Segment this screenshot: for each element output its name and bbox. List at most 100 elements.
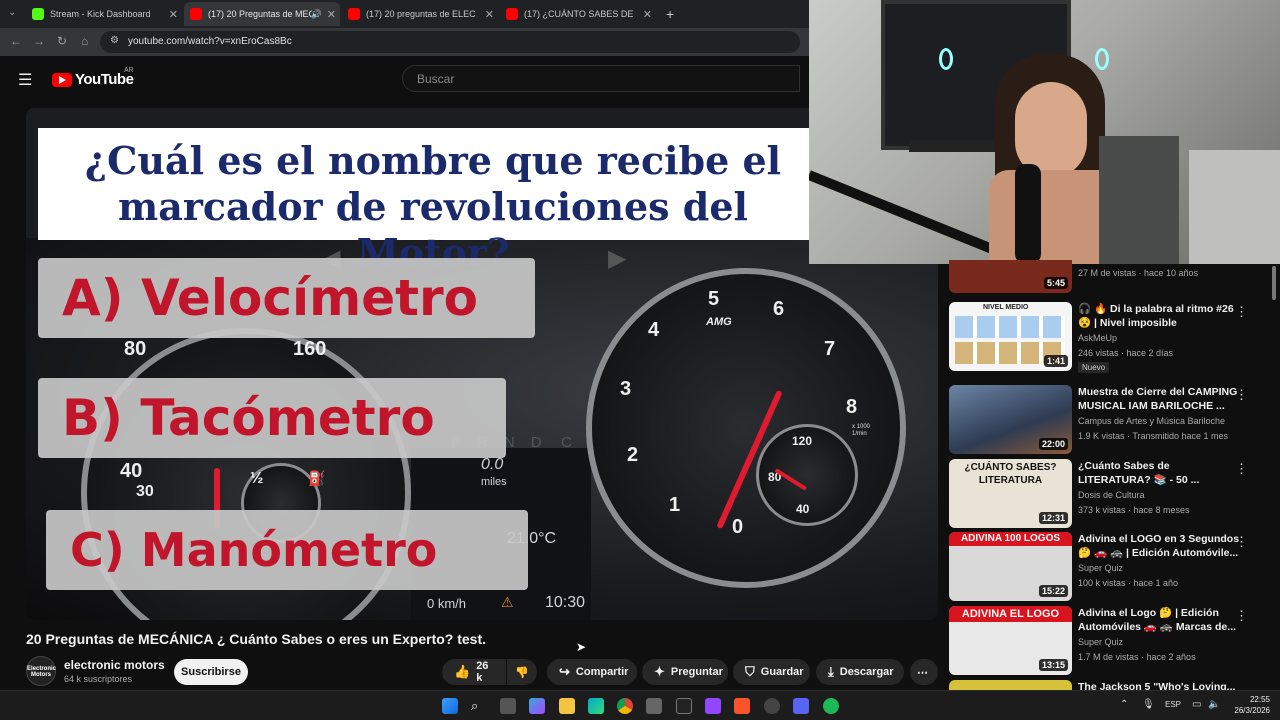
list-item[interactable]: 5:45 27 M de vistas · hace 10 años	[949, 260, 1269, 294]
task-view-icon[interactable]	[500, 698, 516, 714]
close-icon[interactable]: ✕	[643, 8, 652, 21]
stool	[1189, 150, 1280, 264]
capcut-icon[interactable]	[676, 698, 692, 714]
video-thumbnail[interactable]: 5:45	[949, 260, 1072, 293]
menu-icon[interactable]: ☰	[18, 70, 32, 90]
video-thumbnail[interactable]: 22:00	[949, 385, 1072, 454]
channel-name[interactable]: Dosis de Cultura	[1078, 490, 1145, 500]
close-icon[interactable]: ✕	[327, 8, 336, 21]
tach-number: 6	[773, 298, 785, 320]
close-icon[interactable]: ✕	[169, 8, 178, 21]
monitor-icon[interactable]: ▭	[1192, 699, 1201, 710]
close-icon[interactable]: ✕	[485, 8, 494, 21]
new-tab-icon[interactable]: +	[666, 6, 674, 22]
new-badge: Nuevo	[1078, 362, 1110, 373]
obs-icon[interactable]	[764, 698, 780, 714]
save-button[interactable]: ⛉ Guardar	[733, 659, 810, 685]
store-icon[interactable]	[646, 698, 662, 714]
microphone-icon[interactable]: 🎙	[1142, 699, 1155, 710]
tab-search-icon[interactable]: ⌄	[8, 7, 16, 18]
video-title[interactable]: ¿Cuánto Sabes de LITERATURA? 📚 - 50 ...	[1078, 459, 1240, 487]
search-icon[interactable]: ⌕	[471, 698, 487, 714]
forward-icon[interactable]: →	[33, 34, 45, 48]
tab-title: Stream - Kick Dashboard	[50, 9, 151, 19]
dislike-button[interactable]: 👎	[507, 659, 537, 685]
video-thumbnail[interactable]: ADIVINA 100 LOGOS 15:22	[949, 532, 1072, 601]
channel-name[interactable]: Campus de Artes y Música Bariloche	[1078, 416, 1225, 426]
start-icon[interactable]	[442, 698, 458, 714]
list-item[interactable]: ADIVINA 100 LOGOS 15:22 Adivina el LOGO …	[949, 532, 1269, 602]
save-label: Guardar	[760, 666, 804, 678]
tab-title: (17) 20 Preguntas de MECÁ	[208, 9, 312, 19]
home-icon[interactable]: ⌂	[81, 34, 88, 48]
video-player[interactable]: 80 160 40 30 ½ ⛽ P R N D C 0.0 miles 21.…	[26, 108, 938, 620]
light-ring	[939, 48, 953, 70]
video-thumbnail[interactable]	[949, 680, 1072, 690]
chevron-up-icon[interactable]: ⌃	[1120, 699, 1128, 710]
copilot-icon[interactable]	[529, 698, 545, 714]
tach-number: 8	[846, 396, 858, 418]
tab-youtube-mecanica[interactable]: (17) 20 Preguntas de MECÁ 🔊 ✕	[184, 2, 340, 26]
list-item[interactable]: ¿CUÁNTO SABES? LITERATURA 12:31 ¿Cuánto …	[949, 459, 1269, 529]
youtube-logo[interactable]: YouTube AR	[52, 67, 134, 88]
video-thumbnail[interactable]: ¿CUÁNTO SABES? LITERATURA 12:31	[949, 459, 1072, 528]
download-button[interactable]: ⤓ Descargar	[816, 659, 904, 685]
list-item[interactable]: 22:00 Muestra de Cierre del CAMPING MUSI…	[949, 385, 1269, 455]
brave-icon[interactable]	[734, 698, 750, 714]
video-title[interactable]: Adivina el Logo 🤔 | Edición Automóviles …	[1078, 606, 1240, 634]
channel-name[interactable]: Super Quiz	[1078, 637, 1123, 647]
twitch-icon[interactable]	[705, 698, 721, 714]
video-title[interactable]: Adivina el LOGO en 3 Segundos 🤔 🚗 🚓 | Ed…	[1078, 532, 1240, 560]
reload-icon[interactable]: ↻	[57, 34, 67, 48]
discord-icon[interactable]	[793, 698, 809, 714]
more-icon[interactable]: ⋮	[1235, 461, 1248, 477]
volume-icon[interactable]: 🔈	[1208, 699, 1220, 710]
url-text: youtube.com/watch?v=xnEroCas8Bc	[128, 36, 292, 47]
duration-badge: 13:15	[1038, 659, 1068, 671]
answer-option-c: C) Manómetro	[46, 510, 528, 590]
spotify-icon[interactable]	[823, 698, 839, 714]
search-input[interactable]: Buscar	[402, 65, 800, 92]
more-icon[interactable]: ⋮	[1235, 387, 1248, 403]
ask-label: Preguntar	[670, 666, 723, 678]
duration-badge: 1:41	[1043, 355, 1068, 367]
sidebar-scrollbar[interactable]	[1272, 266, 1276, 300]
tab-kick-dashboard[interactable]: Stream - Kick Dashboard ✕	[26, 2, 182, 26]
video-thumbnail[interactable]: NIVEL MEDIO 1:41	[949, 302, 1072, 371]
edge-icon[interactable]	[588, 698, 604, 714]
like-button[interactable]: 👍 26 k	[442, 659, 506, 685]
thumbs-up-icon: 👍	[454, 664, 471, 679]
kick-icon	[32, 8, 44, 20]
list-item[interactable]: ADIVINA EL LOGO 13:15 Adivina el Logo 🤔 …	[949, 606, 1269, 676]
tab-youtube-fisica[interactable]: (17) ¿CUÁNTO SABES DE FÍSICA ✕	[500, 2, 656, 26]
duration-badge: 22:00	[1038, 438, 1068, 450]
channel-name[interactable]: AskMeUp	[1078, 333, 1117, 343]
list-item[interactable]: NIVEL MEDIO 1:41 🎧 🔥 Di la palabra al ri…	[949, 302, 1269, 373]
channel-name[interactable]: Super Quiz	[1078, 563, 1123, 573]
share-button[interactable]: ↪ Compartir	[547, 659, 637, 685]
video-title[interactable]: The Jackson 5 "Who's Loving...	[1078, 680, 1240, 690]
back-icon[interactable]: ←	[10, 34, 22, 48]
channel-name[interactable]: electronic motors	[64, 658, 165, 672]
system-clock[interactable]: 22:55 26/3/2026	[1234, 694, 1270, 716]
video-title[interactable]: 🎧 🔥 Di la palabra al ritmo #26 😵 | Nivel…	[1078, 302, 1240, 330]
chrome-icon[interactable]	[617, 698, 633, 714]
site-info-icon[interactable]: ⚙	[110, 35, 119, 46]
language-indicator[interactable]: ESP	[1165, 700, 1181, 709]
video-title[interactable]: Muestra de Cierre del CAMPING MUSICAL IA…	[1078, 385, 1240, 413]
ask-button[interactable]: ✦ Preguntar	[642, 659, 728, 685]
list-item[interactable]: The Jackson 5 "Who's Loving...	[949, 680, 1269, 690]
avatar[interactable]: Electronic Motors	[26, 656, 56, 686]
video-thumbnail[interactable]: ADIVINA EL LOGO 13:15	[949, 606, 1072, 675]
more-icon[interactable]: ⋮	[1235, 608, 1248, 624]
miles-label: miles	[481, 476, 507, 488]
file-explorer-icon[interactable]	[559, 698, 575, 714]
tab-youtube-electronica[interactable]: (17) 20 preguntas de ELECTRÓ ✕	[342, 2, 498, 26]
more-icon[interactable]: ⋮	[1235, 534, 1248, 550]
speaker-icon[interactable]: 🔊	[311, 9, 322, 20]
more-actions-button[interactable]: ⋯	[910, 659, 938, 685]
subscribe-button[interactable]: Suscribirse	[174, 659, 248, 685]
more-icon[interactable]: ⋮	[1235, 304, 1248, 320]
url-input[interactable]: ⚙ youtube.com/watch?v=xnEroCas8Bc	[100, 31, 800, 53]
webcam-overlay	[809, 0, 1280, 264]
